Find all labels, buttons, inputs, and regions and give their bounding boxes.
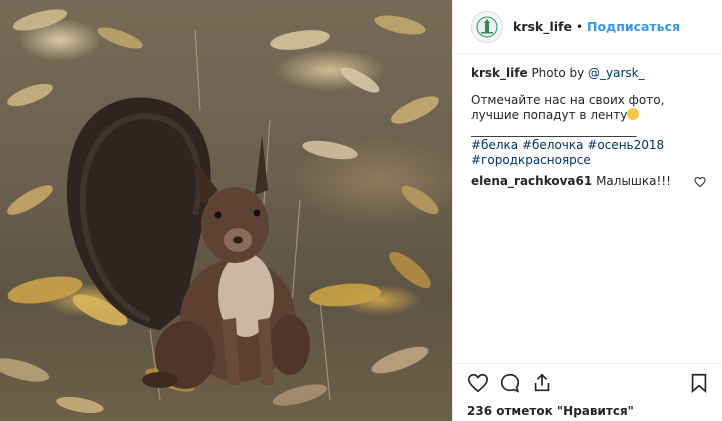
instagram-post: krsk_life • Подписаться krsk_life Photo … [0, 0, 722, 421]
comment-item: elena_rachkova61 Малышка!!! [471, 174, 706, 189]
post-photo[interactable] [0, 0, 452, 421]
chapel-logo-icon [476, 16, 498, 37]
hashtag-list: #белка #белочка #осень2018 #городкрасноя… [471, 138, 706, 168]
caption-divider: ______________________________ [471, 123, 637, 137]
like-heart-icon[interactable] [467, 372, 489, 394]
comment-like-heart-icon[interactable] [694, 176, 706, 188]
comment-author[interactable]: elena_rachkova61 [471, 174, 592, 188]
post-actions: 236 отметок "Нравится" [453, 363, 722, 421]
smiling-face-icon [627, 108, 640, 120]
hashtag-link[interactable]: #белка [471, 138, 518, 152]
separator-dot: • [575, 19, 584, 34]
bookmark-icon[interactable] [688, 372, 710, 394]
avatar[interactable] [471, 10, 503, 43]
photo-by-text: Photo by [531, 66, 585, 80]
comments-section: krsk_life Photo by @_yarsk_ Отмечайте на… [453, 54, 722, 363]
share-upload-icon[interactable] [531, 372, 553, 394]
hashtag-link[interactable]: #осень2018 [587, 138, 664, 152]
follow-button[interactable]: Подписаться [587, 19, 680, 34]
hashtag-link[interactable]: #белочка [522, 138, 584, 152]
post-header: krsk_life • Подписаться [453, 0, 722, 54]
squirrel-image [0, 9, 439, 414]
caption-body: Отмечайте нас на своих фото, лучшие попа… [471, 93, 706, 123]
comment-text: Малышка!!! [596, 174, 671, 188]
action-buttons [467, 370, 710, 396]
header-username[interactable]: krsk_life [513, 19, 572, 34]
comment-content: elena_rachkova61 Малышка!!! [471, 174, 694, 189]
caption-author[interactable]: krsk_life [471, 66, 528, 80]
likes-count[interactable]: 236 отметок "Нравится" [467, 404, 710, 418]
caption-header: krsk_life Photo by @_yarsk_ [471, 66, 706, 81]
photo-by-mention[interactable]: @_yarsk_ [588, 66, 645, 80]
comment-bubble-icon[interactable] [499, 372, 521, 394]
hashtag-link[interactable]: #городкрасноярсе [471, 153, 591, 167]
post-side-panel: krsk_life • Подписаться krsk_life Photo … [452, 0, 722, 421]
